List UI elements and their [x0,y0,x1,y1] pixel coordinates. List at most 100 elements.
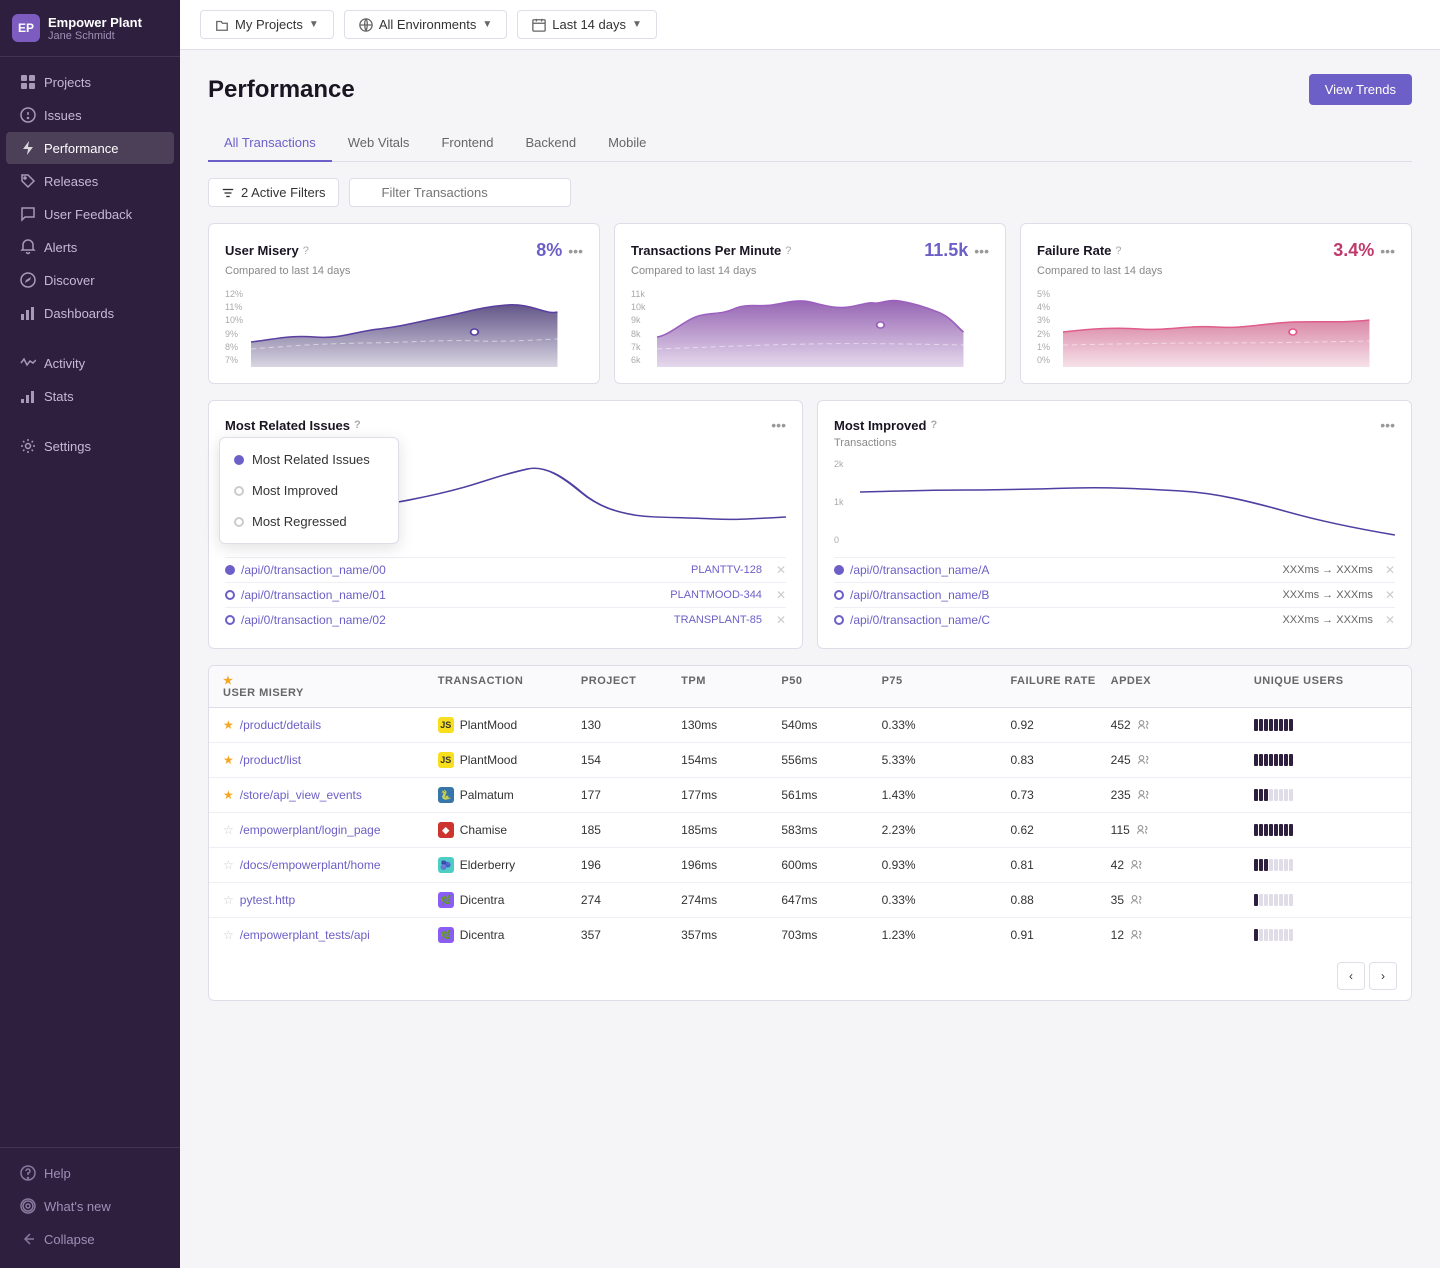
dropdown-most-regressed[interactable]: Most Regressed [220,506,398,537]
th-p50[interactable]: P50 [781,674,881,687]
user-misery-help-icon[interactable]: ? [303,245,309,257]
sidebar-item-collapse[interactable]: Collapse [6,1223,174,1255]
sidebar-item-issues[interactable]: Issues [6,99,174,131]
tpm-value: 11.5k [924,240,968,261]
td-star[interactable]: ★ /product/list [223,753,438,767]
project-name: Palmatum [460,788,514,802]
most-improved-help-icon[interactable]: ? [930,419,937,431]
misery-seg [1279,894,1283,906]
td-star[interactable]: ☆ /empowerplant_tests/api [223,928,438,942]
improved-remove-0[interactable]: ✕ [1385,563,1395,577]
transaction-link-1[interactable]: /api/0/transaction_name/01 [241,588,386,602]
td-transaction-link[interactable]: /empowerplant/login_page [240,823,381,837]
transaction-remove-1[interactable]: ✕ [776,588,786,602]
tab-all-transactions[interactable]: All Transactions [208,125,332,162]
user-misery-more-icon[interactable]: ••• [568,243,583,259]
star-toggle[interactable]: ☆ [223,823,234,837]
td-user-misery [1254,789,1397,801]
timerange-dropdown[interactable]: Last 14 days ▼ [517,10,657,39]
th-transaction[interactable]: TRANSACTION [438,674,581,687]
improved-link-0[interactable]: /api/0/transaction_name/A [850,563,989,577]
td-star[interactable]: ★ /product/details [223,718,438,732]
star-toggle[interactable]: ★ [223,718,234,732]
th-tpm[interactable]: TPM [681,674,781,687]
most-related-help-icon[interactable]: ? [354,419,361,431]
sidebar-item-alerts[interactable]: Alerts [6,231,174,263]
table-row: ☆ /empowerplant_tests/api 🌿 Dicentra 357… [209,918,1411,952]
sidebar-item-stats[interactable]: Stats [6,380,174,412]
tab-backend[interactable]: Backend [509,125,592,162]
sidebar-item-performance[interactable]: Performance [6,132,174,164]
td-transaction-link[interactable]: /docs/empowerplant/home [240,858,381,872]
td-transaction-link[interactable]: /store/api_view_events [240,788,362,802]
prev-page-button[interactable]: ‹ [1337,962,1365,990]
th-p75[interactable]: P75 [882,674,1011,687]
sidebar-item-whats-new[interactable]: What's new [6,1190,174,1222]
th-failure-rate[interactable]: FAILURE RATE [1010,674,1110,687]
td-transaction-link[interactable]: pytest.http [240,893,295,907]
transaction-tag-2: TRANSPLANT-85 [674,614,762,626]
misery-seg [1284,719,1288,731]
td-p75: 540ms [781,718,881,732]
td-project: 🌿 Dicentra [438,892,581,908]
sidebar-item-discover[interactable]: Discover [6,264,174,296]
misery-seg [1264,859,1268,871]
td-star[interactable]: ☆ /empowerplant/login_page [223,823,438,837]
th-user-misery[interactable]: USER MISERY [223,687,438,699]
project-dropdown[interactable]: My Projects ▼ [200,10,334,39]
user-misery-value: 8% [536,240,562,261]
failure-rate-help-icon[interactable]: ? [1115,245,1121,257]
improved-name-0: /api/0/transaction_name/A [834,563,989,577]
filter-bar: 2 Active Filters 🔍 [208,178,1412,207]
most-related-more-icon[interactable]: ••• [771,417,786,433]
tab-mobile[interactable]: Mobile [592,125,662,162]
th-apdex[interactable]: APDEX [1111,674,1254,687]
th-unique-users[interactable]: UNIQUE USERS [1254,674,1397,687]
transaction-remove-0[interactable]: ✕ [776,563,786,577]
improved-link-1[interactable]: /api/0/transaction_name/B [850,588,989,602]
sidebar-item-activity[interactable]: Activity [6,347,174,379]
tpm-help-icon[interactable]: ? [785,245,791,257]
failure-rate-more-icon[interactable]: ••• [1380,243,1395,259]
improved-name-2: /api/0/transaction_name/C [834,613,990,627]
star-toggle[interactable]: ☆ [223,893,234,907]
td-transaction-link[interactable]: /product/details [240,718,321,732]
td-transaction-link[interactable]: /product/list [240,753,301,767]
td-star[interactable]: ☆ /docs/empowerplant/home [223,858,438,872]
improved-remove-1[interactable]: ✕ [1385,588,1395,602]
dropdown-most-related[interactable]: Most Related Issues [220,444,398,475]
td-star[interactable]: ★ /store/api_view_events [223,788,438,802]
sidebar-item-help[interactable]: Help [6,1157,174,1189]
star-toggle[interactable]: ☆ [223,858,234,872]
td-user-misery [1254,859,1397,871]
improved-link-2[interactable]: /api/0/transaction_name/C [850,613,990,627]
table-row: ★ /store/api_view_events 🐍 Palmatum 177 … [209,778,1411,813]
th-project[interactable]: PROJECT [581,674,681,687]
improved-remove-2[interactable]: ✕ [1385,613,1395,627]
td-transaction-link[interactable]: /empowerplant_tests/api [240,928,370,942]
view-trends-button[interactable]: View Trends [1309,74,1412,105]
org-name: Empower Plant [48,15,142,30]
environment-dropdown[interactable]: All Environments ▼ [344,10,507,39]
sidebar-item-releases[interactable]: Releases [6,165,174,197]
transaction-remove-2[interactable]: ✕ [776,613,786,627]
sidebar-item-user-feedback[interactable]: User Feedback [6,198,174,230]
filter-input[interactable] [349,178,571,207]
tab-web-vitals[interactable]: Web Vitals [332,125,426,162]
star-toggle[interactable]: ★ [223,753,234,767]
sidebar-item-dashboards[interactable]: Dashboards [6,297,174,329]
most-improved-more-icon[interactable]: ••• [1380,417,1395,433]
star-toggle[interactable]: ☆ [223,928,234,942]
star-toggle[interactable]: ★ [223,788,234,802]
failure-rate-chart: 5%4%3%2%1%0% [1037,287,1395,367]
sidebar-item-settings[interactable]: Settings [6,430,174,462]
active-filters-button[interactable]: 2 Active Filters [208,178,339,207]
tab-frontend[interactable]: Frontend [425,125,509,162]
next-page-button[interactable]: › [1369,962,1397,990]
sidebar-item-projects[interactable]: Projects [6,66,174,98]
transaction-link-2[interactable]: /api/0/transaction_name/02 [241,613,386,627]
transaction-link-0[interactable]: /api/0/transaction_name/00 [241,563,386,577]
dropdown-most-improved[interactable]: Most Improved [220,475,398,506]
tpm-more-icon[interactable]: ••• [974,243,989,259]
td-star[interactable]: ☆ pytest.http [223,893,438,907]
